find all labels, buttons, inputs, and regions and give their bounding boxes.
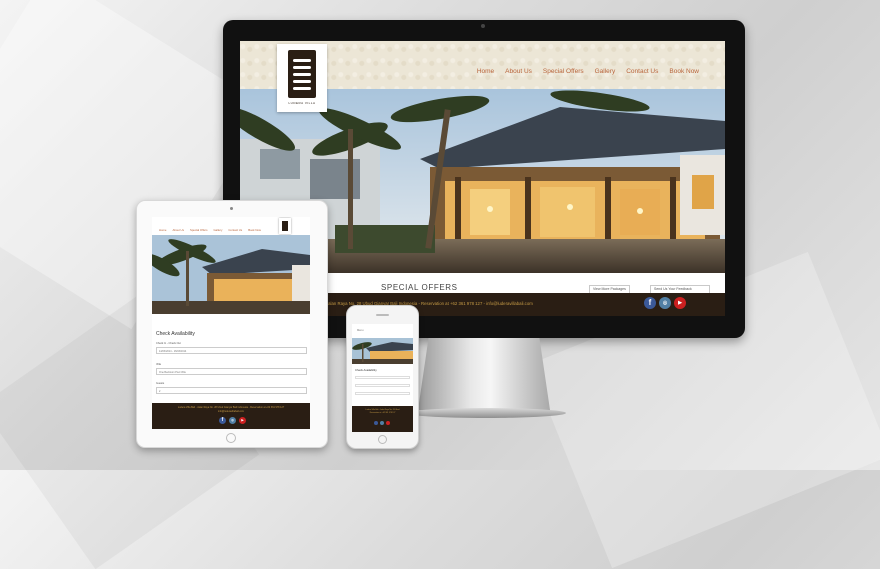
nav-gallery[interactable]: Gallery bbox=[214, 228, 223, 232]
nav-home[interactable]: Home bbox=[477, 68, 494, 75]
logo-mark-icon bbox=[288, 50, 316, 98]
main-nav: Home About Us Special Offers Gallery Con… bbox=[477, 68, 699, 75]
social-links: f ◎ ▶ bbox=[644, 297, 686, 309]
phone-screen: Menu Check Availability Ludera Villa Bal… bbox=[352, 324, 413, 432]
villa-label: Villa bbox=[156, 363, 161, 366]
home-button[interactable] bbox=[226, 433, 236, 443]
hero-image bbox=[152, 235, 310, 314]
instagram-icon[interactable]: ◎ bbox=[229, 417, 236, 424]
phone-device: Menu Check Availability Ludera Villa Bal… bbox=[346, 305, 419, 449]
menu-toggle[interactable]: Menu bbox=[357, 329, 364, 332]
nav-contact-us[interactable]: Contact Us bbox=[228, 228, 242, 232]
tablet-device: Home About Us Special Offers Gallery Con… bbox=[136, 200, 328, 448]
speaker-icon bbox=[376, 314, 389, 316]
home-button[interactable] bbox=[378, 435, 387, 444]
special-offers-title: SPECIAL OFFERS bbox=[381, 283, 458, 292]
check-availability-title: Check Availability bbox=[156, 331, 195, 337]
check-in-label: Check In - Check Out bbox=[156, 342, 181, 345]
camera-icon bbox=[230, 207, 233, 210]
facebook-icon[interactable] bbox=[374, 421, 378, 425]
site-footer: Ludera Villa Bali - Jalan Raya No. 28 Ub… bbox=[152, 403, 310, 429]
social-links: f ◎ ▶ bbox=[219, 417, 246, 424]
footer-email: info@luderavillabali.com bbox=[218, 410, 244, 413]
date-range-input[interactable] bbox=[355, 376, 410, 379]
youtube-icon[interactable]: ▶ bbox=[674, 297, 686, 309]
footer-address: Ludera Villa Bali - Jalan Raya No. 28 Ub… bbox=[152, 406, 310, 414]
hero-image bbox=[352, 338, 413, 364]
villa-select[interactable] bbox=[355, 384, 410, 387]
camera-icon bbox=[481, 24, 485, 28]
nav-about-us[interactable]: About Us bbox=[172, 228, 184, 232]
monitor-stand bbox=[418, 338, 550, 410]
nav-contact-us[interactable]: Contact Us bbox=[626, 68, 658, 75]
check-availability-title: Check Availability bbox=[355, 368, 377, 372]
guests-select[interactable] bbox=[355, 392, 410, 395]
nav-gallery[interactable]: Gallery bbox=[595, 68, 616, 75]
tablet-nav: Home About Us Special Offers Gallery Con… bbox=[159, 228, 261, 232]
nav-about-us[interactable]: About Us bbox=[505, 68, 532, 75]
guests-select[interactable]: 2 bbox=[156, 387, 307, 394]
villa-select[interactable]: One Bedroom Pool Villa bbox=[156, 368, 307, 375]
instagram-icon[interactable] bbox=[380, 421, 384, 425]
social-links bbox=[374, 421, 390, 425]
guests-label: Guests bbox=[156, 382, 165, 385]
facebook-icon[interactable]: f bbox=[644, 297, 656, 309]
tablet-screen: Home About Us Special Offers Gallery Con… bbox=[152, 217, 310, 429]
logo-text: LUDERA VILLA bbox=[288, 101, 316, 105]
footer-line: Reservation at +62 361 978 127 bbox=[369, 412, 396, 414]
site-footer: Ludera Villa Bali - Jalan Raya No. 28 Ub… bbox=[352, 406, 413, 432]
facebook-icon[interactable]: f bbox=[219, 417, 226, 424]
nav-book-now[interactable]: Book Now bbox=[248, 228, 261, 232]
nav-special-offers[interactable]: Special Offers bbox=[543, 68, 584, 75]
youtube-icon[interactable] bbox=[386, 421, 390, 425]
monitor-stand-base bbox=[406, 408, 566, 418]
nav-special-offers[interactable]: Special Offers bbox=[190, 228, 208, 232]
instagram-icon[interactable]: ◎ bbox=[659, 297, 671, 309]
nav-book-now[interactable]: Book Now bbox=[669, 68, 699, 75]
youtube-icon[interactable]: ▶ bbox=[239, 417, 246, 424]
nav-home[interactable]: Home bbox=[159, 228, 166, 232]
date-range-input[interactable]: 14/03/2014 - 16/03/2014 bbox=[156, 347, 307, 354]
site-logo[interactable] bbox=[279, 218, 291, 234]
site-logo[interactable]: LUDERA VILLA bbox=[277, 44, 327, 112]
footer-address: Ludera Villa Bali - Jalan Raya No. 28 Ub… bbox=[352, 409, 413, 415]
